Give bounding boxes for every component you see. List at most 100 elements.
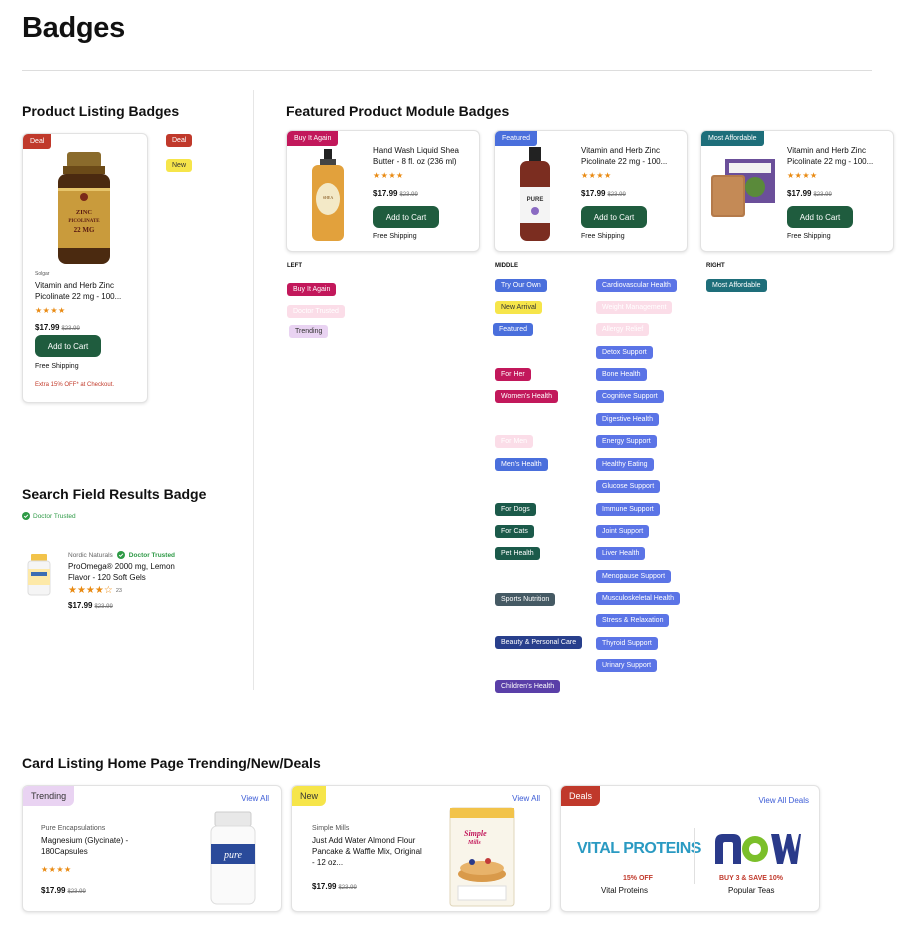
badge-menopause-support: Menopause Support <box>596 570 672 583</box>
trending-card[interactable]: Trending View All Pure Encapsulations Ma… <box>22 785 282 912</box>
badge-allergy-relief: Allergy Relief <box>596 323 650 336</box>
badge-urinary-support: Urinary Support <box>596 659 658 672</box>
badge-most-affordable: Most Affordable <box>706 279 767 292</box>
badge-pet-health: Pet Health <box>495 547 540 560</box>
right-column-label: RIGHT <box>706 263 725 269</box>
pure-encapsulations-bottle-image: pure <box>210 811 256 905</box>
badge-new-arrival: New Arrival <box>495 301 543 314</box>
shipping-text: Free Shipping <box>35 363 79 370</box>
badge-cardiovascular-health: Cardiovascular Health <box>596 279 677 292</box>
view-all-deals-link[interactable]: View All Deals <box>758 796 809 805</box>
search-result-item[interactable]: Nordic Naturals Doctor Trusted ProOmega®… <box>22 545 242 615</box>
check-circle-icon <box>22 512 30 520</box>
rating-stars-icon: ★★★★ <box>35 306 66 315</box>
deal1-name: Vital Proteins <box>601 886 648 895</box>
omega-bottle-image <box>27 554 51 596</box>
deal-badge: Deal <box>23 134 52 149</box>
pure-bottle-image: PURE <box>520 147 550 241</box>
badge-sports-nutrition: Sports Nutrition <box>495 593 556 606</box>
search-field-title: Search Field Results Badge <box>22 486 207 502</box>
most-affordable-badge: Most Affordable <box>701 131 764 146</box>
product-price: $17.99 $23.99 <box>35 323 80 332</box>
doctor-trusted-badge: Doctor Trusted <box>22 512 76 520</box>
featured-card-right[interactable]: Most Affordable Vitamin and Herb Zinc Pi… <box>700 130 894 252</box>
pancake-mix-image: Simple Mills <box>449 807 515 907</box>
badge-liver-health: Liver Health <box>596 547 646 560</box>
svg-text:Simple: Simple <box>464 829 487 838</box>
product-brand: Solgar <box>35 271 50 277</box>
now-logo <box>715 834 801 864</box>
deal2-offer: BUY 3 & SAVE 10% <box>719 875 783 882</box>
featured-card-middle[interactable]: Featured PURE Vitamin and Herb Zinc Pico… <box>494 130 688 252</box>
trending-badge: Trending <box>23 786 75 806</box>
add-to-cart-button[interactable]: Add to Cart <box>581 206 647 228</box>
svg-text:SHEA: SHEA <box>323 195 334 200</box>
badge-beauty-personal-care: Beauty & Personal Care <box>495 636 583 649</box>
deals-divider <box>694 828 695 884</box>
deals-badge: Deals <box>561 786 601 806</box>
soap-bar-image <box>711 159 775 217</box>
featured-product-name: Vitamin and Herb Zinc Picolinate 22 mg -… <box>581 146 668 166</box>
badge-for-men: For Men <box>495 435 534 448</box>
badge-doctor-trusted: Doctor Trusted <box>287 305 345 318</box>
deal1-offer: 15% OFF <box>623 875 653 882</box>
card-listing-title: Card Listing Home Page Trending/New/Deal… <box>22 755 321 771</box>
card-brand: Pure Encapsulations <box>41 825 106 832</box>
new-card[interactable]: New View All Simple Mills Just Add Water… <box>291 785 551 912</box>
badge-mens-health: Men's Health <box>495 458 548 471</box>
badge-for-cats: For Cats <box>495 525 534 538</box>
svg-text:22 MG: 22 MG <box>74 226 95 234</box>
deals-card[interactable]: Deals View All Deals VITAL PROTEINS 15% … <box>560 785 820 912</box>
promo-text: Extra 15% OFF* at Checkout. <box>35 382 115 388</box>
add-to-cart-button[interactable]: Add to Cart <box>373 206 439 228</box>
page-title: Badges <box>22 12 125 44</box>
featured-module-title: Featured Product Module Badges <box>286 103 510 119</box>
badge-digestive-health: Digestive Health <box>596 413 659 426</box>
featured-card-left[interactable]: Buy It Again SHEA Hand Wash Liquid Shea … <box>286 130 480 252</box>
shipping-text: Free Shipping <box>787 233 831 240</box>
product-listing-title: Product Listing Badges <box>22 103 180 119</box>
badge-bone-health: Bone Health <box>596 368 647 381</box>
svg-text:pure: pure <box>223 850 243 861</box>
featured-badge: Featured <box>495 131 538 146</box>
column-divider <box>253 90 254 690</box>
check-circle-icon <box>116 551 125 559</box>
svg-text:PURE: PURE <box>527 197 544 203</box>
badge-trending: Trending <box>289 325 329 338</box>
badge-weight-management: Weight Management <box>596 301 673 314</box>
shipping-text: Free Shipping <box>581 233 625 240</box>
new-badge-sample: New <box>166 159 193 172</box>
rating-stars-icon: ★★★★ <box>787 171 818 180</box>
badge-buy-it-again: Buy It Again <box>287 283 337 296</box>
badge-immune-support: Immune Support <box>596 503 660 516</box>
add-to-cart-button[interactable]: Add to Cart <box>35 335 101 357</box>
badge-womens-health: Women's Health <box>495 390 559 403</box>
svg-text:Mills: Mills <box>467 840 481 846</box>
search-result-price: $17.99 $23.99 <box>68 601 113 610</box>
badge-for-dogs: For Dogs <box>495 503 536 516</box>
deal-badge-sample: Deal <box>166 134 193 147</box>
badge-stress-relaxation: Stress & Relaxation <box>596 614 670 627</box>
badge-healthy-eating: Healthy Eating <box>596 458 654 471</box>
product-listing-card[interactable]: Deal ZINC PICOLINATE 22 MG Solgar Vitami… <box>22 133 148 403</box>
add-to-cart-button[interactable]: Add to Cart <box>787 206 853 228</box>
svg-text:PICOLINATE: PICOLINATE <box>68 219 100 224</box>
view-all-link[interactable]: View All <box>241 794 269 803</box>
deal2-name: Popular Teas <box>728 886 775 895</box>
badge-childrens-health: Children's Health <box>495 680 561 693</box>
search-result-name: ProOmega® 2000 mg, Lemon Flavor - 120 So… <box>68 562 175 582</box>
badge-thyroid-support: Thyroid Support <box>596 637 658 650</box>
card-brand: Simple Mills <box>312 825 350 832</box>
rating-stars-icon: ★★★★☆ <box>68 585 113 596</box>
product-name[interactable]: Vitamin and Herb Zinc Picolinate 22 mg -… <box>35 280 140 302</box>
rating-stars-icon: ★★★★ <box>41 865 72 874</box>
card-product-name: Just Add Water Almond Flour Pancake & Wa… <box>312 836 422 867</box>
badge-cognitive-support: Cognitive Support <box>596 390 664 403</box>
card-price: $17.99 $23.99 <box>312 882 357 891</box>
view-all-link[interactable]: View All <box>512 794 540 803</box>
new-badge: New <box>292 786 327 806</box>
doctor-trusted-label: Doctor Trusted <box>128 551 176 559</box>
buy-it-again-badge: Buy It Again <box>287 131 339 146</box>
left-column-label: LEFT <box>287 263 302 269</box>
featured-product-name: Hand Wash Liquid Shea Butter - 8 fl. oz … <box>373 146 459 166</box>
